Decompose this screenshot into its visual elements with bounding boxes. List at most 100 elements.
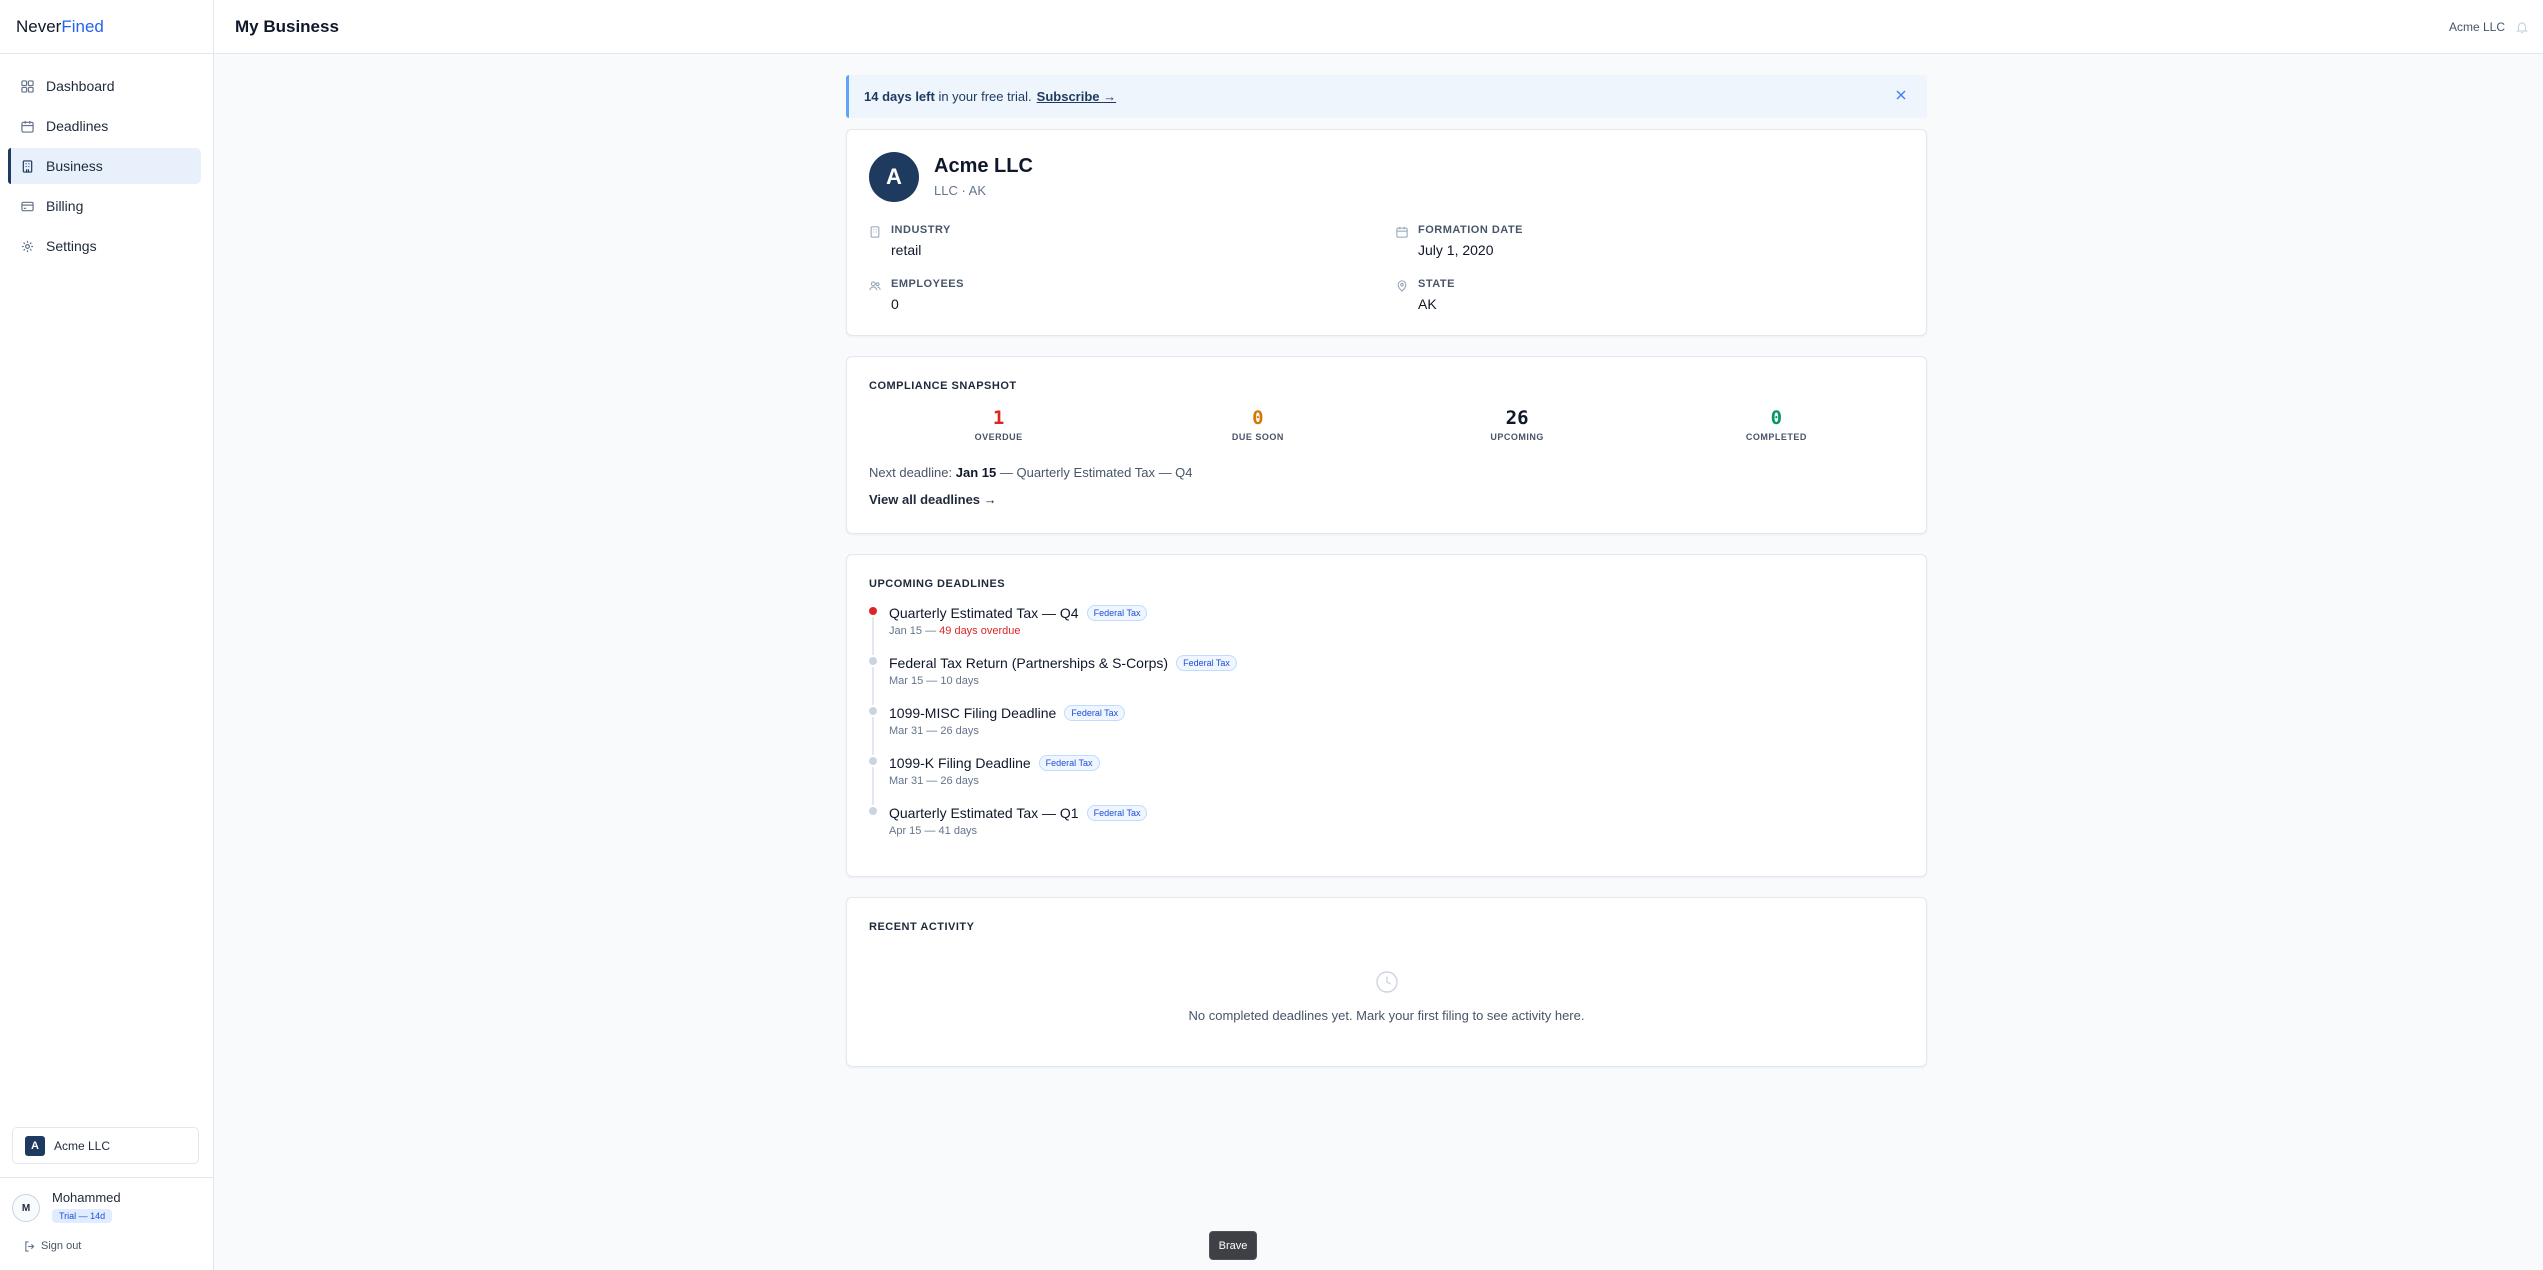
timeline-line [872, 667, 874, 705]
users-icon [869, 280, 881, 292]
sign-out-link[interactable]: Sign out [24, 1240, 81, 1252]
formation-date-field: Formation Date July 1, 2020 [1396, 224, 1523, 258]
trial-days-left: 14 days left [864, 89, 935, 104]
page-title: My Business [235, 16, 339, 36]
deadline-date: Mar 31 — [889, 725, 938, 737]
user-profile[interactable]: M Mohammed Trial — 14d [12, 1190, 121, 1224]
deadline-status: 26 days [940, 775, 979, 787]
list-item[interactable]: Quarterly Estimated Tax — Q1 Federal Tax … [869, 805, 1569, 855]
sidebar-nav: Dashboard Deadlines Business Billing Set… [0, 54, 213, 264]
sidebar-item-business[interactable]: Business [8, 148, 201, 184]
category-badge: Federal Tax [1064, 705, 1126, 721]
stat-completed[interactable]: 0 Completed [1647, 407, 1906, 442]
list-item[interactable]: 1099-MISC Filing Deadline Federal Tax Mar… [869, 705, 1569, 755]
category-badge: Federal Tax [1038, 755, 1100, 771]
status-dot [869, 807, 877, 815]
deadline-title: Quarterly Estimated Tax — Q1 [889, 805, 1079, 821]
trial-banner-text: in your free trial. [938, 89, 1032, 104]
deadline-status: 10 days [940, 675, 979, 687]
deadline-list: Quarterly Estimated Tax — Q4 Federal Tax … [869, 605, 1569, 855]
employees-field: Employees 0 [869, 278, 964, 312]
industry-field: Industry retail [869, 224, 951, 258]
sidebar-item-billing[interactable]: Billing [8, 188, 201, 224]
deadline-status: 49 days overdue [939, 625, 1021, 637]
stat-overdue[interactable]: 1 Overdue [869, 407, 1128, 442]
sidebar-item-label: Settings [46, 238, 97, 254]
deadline-status: 41 days [938, 825, 978, 837]
sidebar-item-settings[interactable]: Settings [8, 228, 201, 264]
state-label: State [1418, 278, 1455, 290]
stat-upcoming[interactable]: 26 Upcoming [1388, 407, 1647, 442]
sidebar-item-label: Dashboard [46, 78, 115, 94]
timeline-line [872, 617, 874, 655]
sidebar-item-dashboard[interactable]: Dashboard [8, 68, 201, 104]
snapshot-stats: 1 Overdue 0 Due Soon 26 Upcoming 0 Compl… [869, 407, 1906, 442]
calendar-icon [1396, 226, 1408, 238]
company-avatar: A [25, 1135, 45, 1156]
list-item[interactable]: Quarterly Estimated Tax — Q4 Federal Tax … [869, 605, 1569, 655]
state-field: State AK [1396, 278, 1455, 312]
stat-value: 0 [1770, 407, 1783, 429]
deadline-date: Jan 15 — [889, 625, 937, 637]
bell-icon[interactable] [2515, 20, 2529, 34]
view-all-deadlines-link[interactable]: View all deadlines → [869, 492, 997, 507]
trial-banner: 14 days left in your free trial. Subscri… [846, 75, 1927, 118]
building-icon [20, 159, 34, 173]
employees-value: 0 [891, 296, 899, 312]
next-deadline-prefix: Next deadline: [869, 465, 953, 480]
industry-value: retail [891, 242, 922, 258]
header-company-name[interactable]: Acme LLC [2449, 20, 2505, 34]
employees-label: Employees [891, 278, 964, 290]
close-icon[interactable] [1895, 89, 1907, 101]
divider [0, 1177, 214, 1178]
category-badge: Federal Tax [1086, 605, 1148, 621]
stat-value: 0 [1252, 407, 1264, 429]
trial-badge: Trial — 14d [52, 1209, 113, 1223]
status-dot [869, 757, 877, 765]
browser-tooltip: Brave [1209, 1231, 1257, 1260]
status-dot [869, 607, 877, 615]
gear-icon [20, 239, 34, 253]
app-logo[interactable]: Never Fined [0, 0, 213, 54]
timeline-line [872, 767, 874, 805]
credit-card-icon [20, 199, 34, 213]
list-item[interactable]: 1099-K Filing Deadline Federal Tax Mar 31… [869, 755, 1569, 805]
stat-due-soon[interactable]: 0 Due Soon [1128, 407, 1387, 442]
category-badge: Federal Tax [1086, 805, 1148, 821]
stat-label: Completed [1745, 432, 1807, 442]
deadline-title: Quarterly Estimated Tax — Q4 [889, 605, 1079, 621]
stat-label: Due Soon [1231, 432, 1284, 442]
section-title: Upcoming Deadlines [869, 578, 1006, 590]
building-icon [869, 226, 881, 238]
deadline-date: Apr 15 — [889, 825, 936, 837]
deadline-date: Mar 15 — [889, 675, 938, 687]
business-name: Acme LLC [934, 155, 1033, 177]
list-item[interactable]: Federal Tax Return (Partnerships & S-Cor… [869, 655, 1569, 705]
deadline-title: 1099-K Filing Deadline [889, 755, 1031, 771]
recent-activity-card: Recent Activity No completed deadlines y… [846, 897, 1927, 1067]
top-bar: My Business Acme LLC [214, 0, 2543, 54]
upcoming-deadlines-card: Upcoming Deadlines Quarterly Estimated T… [846, 554, 1927, 877]
business-avatar: A [869, 152, 919, 202]
state-value: AK [1418, 296, 1437, 312]
section-title: Recent Activity [869, 921, 975, 933]
user-name: Mohammed [52, 1190, 121, 1205]
sidebar-item-deadlines[interactable]: Deadlines [8, 108, 201, 144]
next-deadline: Next deadline: Jan 15 — Quarterly Estima… [869, 465, 1193, 480]
stat-value: 1 [992, 407, 1005, 429]
formation-date-label: Formation Date [1418, 224, 1523, 236]
avatar: M [12, 1194, 40, 1222]
timeline-line [872, 717, 874, 755]
next-deadline-date: Jan 15 [955, 465, 997, 480]
subscribe-link[interactable]: Subscribe → [1037, 89, 1116, 104]
next-deadline-title: — Quarterly Estimated Tax — Q4 [999, 465, 1193, 480]
industry-label: Industry [891, 224, 951, 236]
status-dot [869, 657, 877, 665]
logo-text-fined: Fined [61, 16, 104, 36]
sign-out-icon [24, 1240, 35, 1252]
sidebar-item-label: Deadlines [46, 118, 109, 134]
company-switcher-name: Acme LLC [54, 1138, 111, 1153]
company-switcher[interactable]: A Acme LLC [12, 1127, 199, 1164]
map-pin-icon [1396, 280, 1408, 292]
grid-icon [20, 79, 34, 93]
